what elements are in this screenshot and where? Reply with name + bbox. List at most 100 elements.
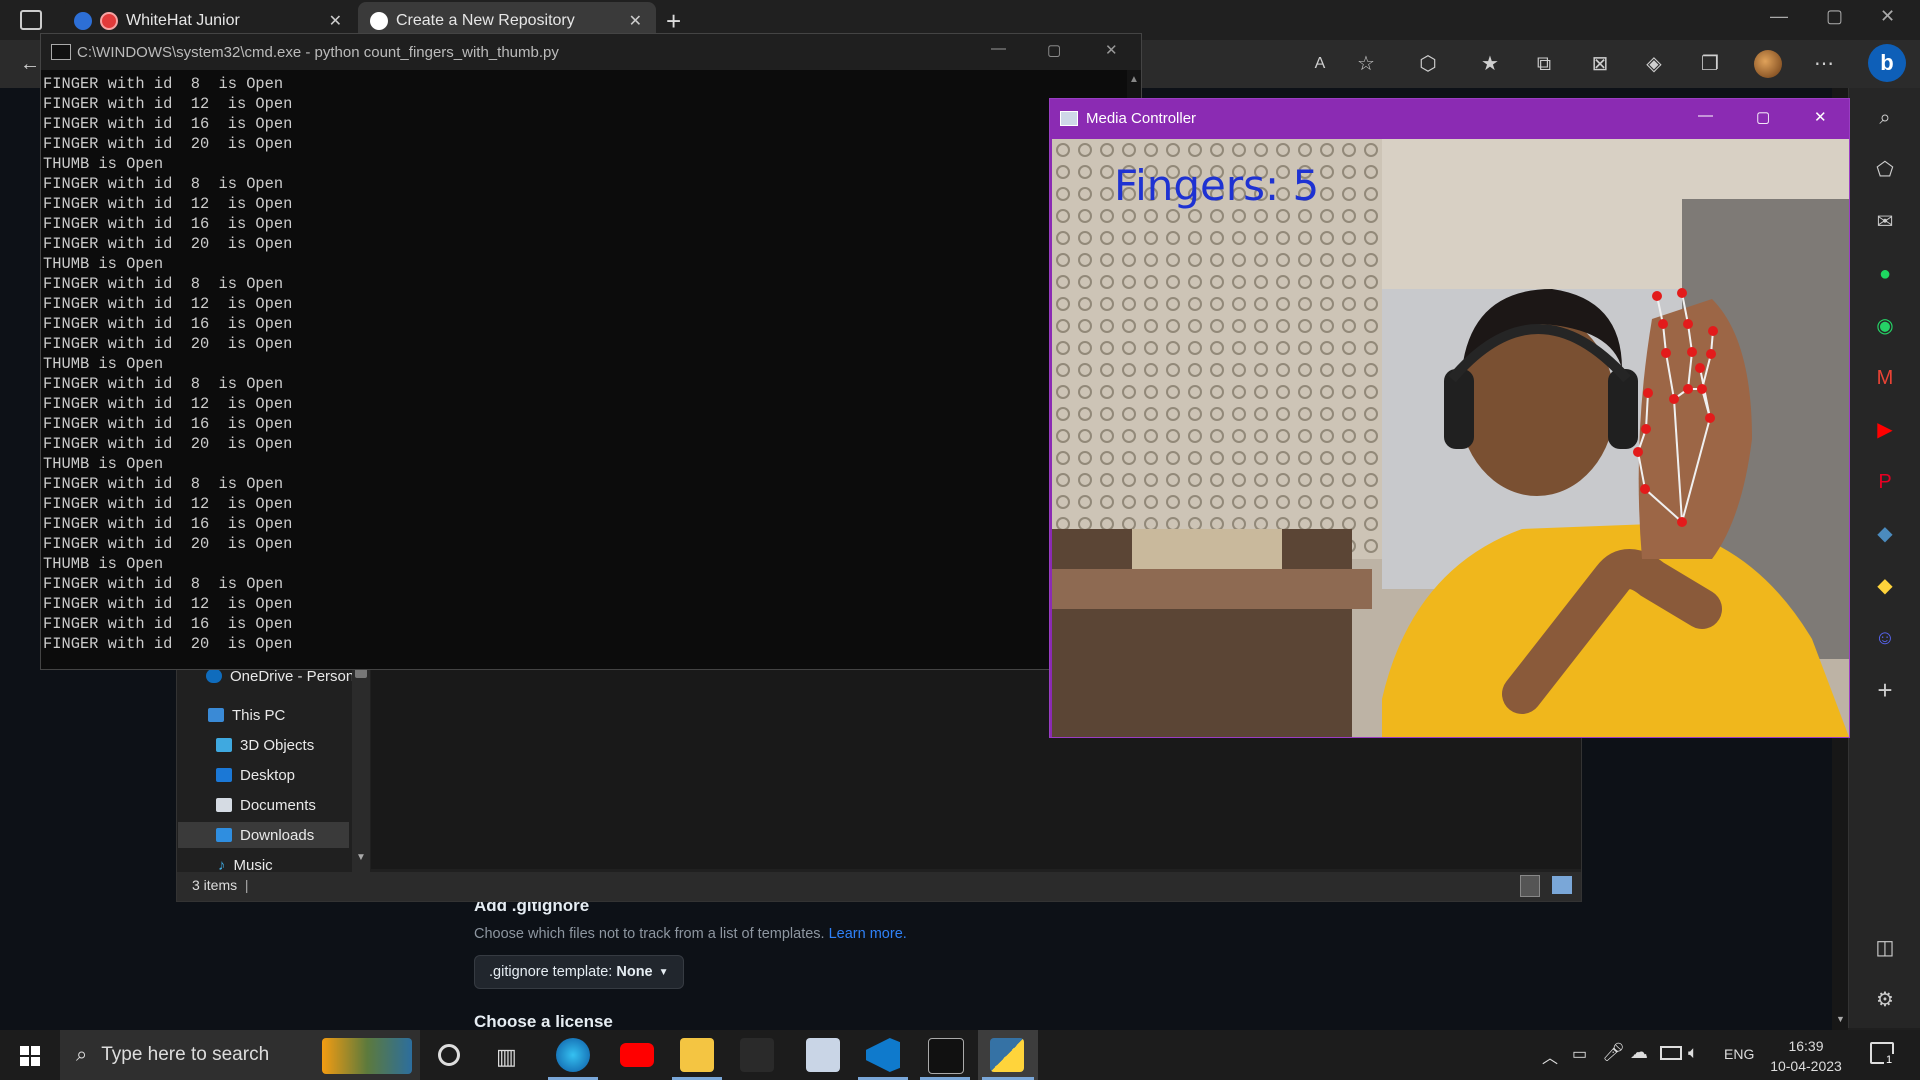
microphone-icon[interactable]: 🎤︎ — [1602, 1042, 1625, 1063]
vscode-taskbar-icon[interactable] — [866, 1038, 900, 1072]
music-note-icon: ♪ — [218, 856, 226, 874]
clock-time: 16:39 — [1788, 1038, 1824, 1054]
learn-more-link[interactable]: Learn more. — [829, 926, 907, 942]
screenshot-icon[interactable]: ⊠ — [1588, 52, 1612, 76]
discord-icon[interactable]: ☺ — [1871, 624, 1899, 652]
extensions-icon[interactable]: ⬡ — [1416, 52, 1440, 76]
gitignore-template-select[interactable]: .gitignore template: None ▼ — [474, 955, 684, 989]
contacts-taskbar-icon[interactable] — [806, 1038, 840, 1072]
webcam-feed: Fingers: 5 — [1052, 139, 1849, 737]
console-line: FINGER with id 8 is Open — [43, 575, 284, 593]
read-aloud-icon[interactable]: A — [1308, 52, 1332, 76]
onedrive-cloud-icon[interactable]: ☁ — [1630, 1042, 1648, 1063]
split-screen-icon[interactable]: ◫ — [1871, 934, 1899, 962]
landmark-point — [1652, 291, 1662, 301]
file-explorer-taskbar-icon[interactable] — [680, 1038, 714, 1072]
large-icons-view-icon[interactable] — [1552, 876, 1572, 894]
performance-icon[interactable]: ◈ — [1642, 52, 1666, 76]
bing-copilot-icon[interactable]: b — [1868, 44, 1906, 82]
outlook-icon[interactable]: ✉ — [1871, 208, 1899, 236]
cmd-output[interactable]: FINGER with id 8 is Open FINGER with id 1… — [43, 74, 1123, 654]
maximize-icon[interactable]: ▢ — [1047, 41, 1061, 59]
python-icon-2[interactable]: ◆ — [1871, 572, 1899, 600]
close-tab-icon[interactable]: ✕ — [329, 11, 342, 31]
discover-icon[interactable]: ⬠ — [1871, 156, 1899, 184]
landmark-connection — [1637, 451, 1646, 490]
volume-icon[interactable]: 🔈︎ — [1688, 1043, 1698, 1063]
documents-icon — [216, 798, 232, 812]
search-icon[interactable]: ⌕ — [1871, 104, 1899, 132]
language-indicator[interactable]: ENG — [1724, 1046, 1754, 1062]
nav-pane-scrollbar[interactable]: ▼ — [352, 640, 370, 872]
clock-date: 10-04-2023 — [1770, 1058, 1842, 1074]
close-icon[interactable]: ✕ — [1814, 108, 1827, 126]
network-icon[interactable]: ▭ — [1572, 1044, 1587, 1064]
battery-icon[interactable] — [1660, 1046, 1682, 1060]
clock[interactable]: 16:39 10-04-2023 — [1764, 1036, 1848, 1076]
console-line: THUMB is Open — [43, 455, 164, 473]
close-tab-icon[interactable]: ✕ — [629, 11, 642, 31]
minimize-icon[interactable]: — — [1698, 107, 1713, 124]
windows-start-icon[interactable] — [20, 1046, 40, 1066]
nav-item-downloads[interactable]: Downloads — [178, 822, 349, 848]
workspaces-icon[interactable] — [20, 10, 42, 30]
scroll-up-icon[interactable]: ▲ — [1129, 74, 1139, 85]
spotify-icon[interactable]: ● — [1871, 260, 1899, 288]
window-app-icon — [1060, 110, 1078, 126]
onedrive-icon — [206, 669, 222, 683]
favorites-icon[interactable]: ★ — [1478, 52, 1502, 76]
nav-item-desktop[interactable]: Desktop — [216, 762, 295, 788]
nav-item-this-pc[interactable]: This PC — [208, 702, 285, 728]
app-placeholder-icon[interactable] — [740, 1038, 774, 1072]
edge-taskbar-icon[interactable] — [556, 1038, 590, 1072]
close-icon[interactable]: ✕ — [1880, 6, 1895, 27]
gmail-icon[interactable]: M — [1871, 364, 1899, 392]
taskbar: ⌕ Type here to search ▥ ︿ ▭ 🎤︎ ☁ 🔈︎ ENG … — [0, 1030, 1920, 1080]
more-menu-icon[interactable]: ⋯ — [1812, 52, 1836, 76]
template-value: None — [616, 964, 653, 980]
item-count: 3 items | — [192, 877, 249, 893]
scroll-down-icon[interactable]: ▼ — [1836, 1014, 1845, 1024]
youtube-taskbar-icon[interactable] — [620, 1043, 654, 1067]
tab-actions-icon[interactable]: ❐ — [1698, 52, 1722, 76]
maximize-icon[interactable]: ▢ — [1756, 108, 1770, 126]
pinterest-icon[interactable]: P — [1871, 468, 1899, 496]
avatar[interactable] — [1754, 50, 1782, 78]
media-title-bar: Media Controller — ▢ ✕ — [1050, 99, 1849, 137]
landmark-connection — [1681, 417, 1711, 523]
nav-item-documents[interactable]: Documents — [216, 792, 316, 818]
show-hidden-icons-icon[interactable]: ︿ — [1542, 1044, 1558, 1068]
minimize-icon[interactable]: — — [991, 40, 1006, 57]
console-line: FINGER with id 8 is Open — [43, 75, 284, 93]
landmark-point — [1641, 424, 1651, 434]
python-taskbar-icon[interactable] — [990, 1038, 1024, 1072]
search-placeholder: Type here to search — [101, 1044, 270, 1065]
taskbar-search-box[interactable]: ⌕ Type here to search — [60, 1030, 420, 1080]
scroll-down-icon[interactable]: ▼ — [356, 852, 366, 863]
back-icon[interactable]: ← — [18, 52, 42, 76]
details-view-icon[interactable] — [1520, 875, 1540, 897]
landmark-point — [1683, 319, 1693, 329]
nav-item-music[interactable]: ♪ Music — [218, 852, 273, 878]
minimize-icon[interactable]: — — [1770, 6, 1788, 27]
python-icon[interactable]: ◆ — [1871, 520, 1899, 548]
landmark-connection — [1665, 352, 1675, 400]
add-icon[interactable]: + — [1871, 676, 1899, 704]
console-line: FINGER with id 8 is Open — [43, 475, 284, 493]
collections-icon[interactable]: ⧉ — [1532, 52, 1556, 76]
youtube-icon[interactable]: ▶ — [1871, 416, 1899, 444]
console-line: FINGER with id 12 is Open — [43, 595, 293, 613]
maximize-icon[interactable]: ▢ — [1826, 6, 1843, 27]
terminal-taskbar-icon[interactable] — [928, 1038, 964, 1074]
license-heading: Choose a license — [474, 1012, 613, 1031]
whatsapp-icon[interactable]: ◉ — [1871, 312, 1899, 340]
landmark-connection — [1673, 398, 1683, 523]
console-line: FINGER with id 16 is Open — [43, 115, 293, 133]
close-icon[interactable]: ✕ — [1105, 41, 1118, 59]
task-view-icon[interactable]: ▥ — [496, 1044, 517, 1070]
nav-item-3d-objects[interactable]: 3D Objects — [216, 732, 314, 758]
cmd-icon — [51, 44, 71, 60]
settings-gear-icon[interactable]: ⚙ — [1871, 986, 1899, 1014]
favorite-star-icon[interactable]: ☆ — [1354, 52, 1378, 76]
cortana-icon[interactable] — [438, 1044, 460, 1066]
